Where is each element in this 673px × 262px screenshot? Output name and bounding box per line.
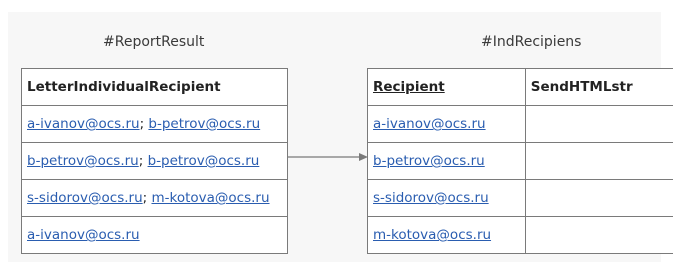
- email-link[interactable]: b-petrov@ocs.ru: [373, 153, 485, 169]
- recipient-cell: s-sidorov@ocs.ru: [367, 179, 526, 217]
- report-result-caption: #ReportResult: [103, 34, 205, 50]
- recipient-cell: a-ivanov@ocs.ru: [367, 105, 526, 143]
- table-row: m-kotova@ocs.ru: [367, 216, 673, 254]
- table-row: a-ivanov@ocs.ru: [21, 216, 288, 254]
- send-html-cell: [524, 105, 673, 143]
- table-row: a-ivanov@ocs.ru: [367, 105, 673, 143]
- email-link[interactable]: b-petrov@ocs.ru: [27, 153, 139, 169]
- email-link[interactable]: b-petrov@ocs.ru: [148, 153, 260, 169]
- ind-recipiens-table: Recipient SendHTMLstr a-ivanov@ocs.ru b-…: [367, 68, 673, 254]
- column-header-recipient: Recipient: [367, 68, 526, 106]
- recipient-cell: m-kotova@ocs.ru: [367, 216, 526, 254]
- email-link[interactable]: a-ivanov@ocs.ru: [27, 116, 140, 132]
- table-cell: a-ivanov@ocs.ru: [21, 216, 288, 254]
- table-header-row: LetterIndividualRecipient: [21, 68, 288, 106]
- recipient-cell: b-petrov@ocs.ru: [367, 142, 526, 180]
- table-row: s-sidorov@ocs.ru; m-kotova@ocs.ru: [21, 179, 288, 217]
- ind-recipiens-caption: #IndRecipiens: [481, 34, 582, 50]
- column-header-send-html-str: SendHTMLstr: [524, 68, 673, 106]
- report-result-table: LetterIndividualRecipient a-ivanov@ocs.r…: [21, 68, 288, 254]
- table-row: b-petrov@ocs.ru: [367, 142, 673, 180]
- email-link[interactable]: s-sidorov@ocs.ru: [27, 190, 143, 206]
- email-link[interactable]: m-kotova@ocs.ru: [373, 227, 491, 243]
- table-cell: s-sidorov@ocs.ru; m-kotova@ocs.ru: [21, 179, 288, 217]
- diagram-canvas: #ReportResult #IndRecipiens LetterIndivi…: [0, 0, 673, 262]
- email-link[interactable]: s-sidorov@ocs.ru: [373, 190, 489, 206]
- table-row: b-petrov@ocs.ru; b-petrov@ocs.ru: [21, 142, 288, 180]
- table-header-row: Recipient SendHTMLstr: [367, 68, 673, 106]
- email-link[interactable]: a-ivanov@ocs.ru: [373, 116, 486, 132]
- table-cell: a-ivanov@ocs.ru; b-petrov@ocs.ru: [21, 105, 288, 143]
- send-html-cell: [524, 142, 673, 180]
- send-html-cell: [524, 179, 673, 217]
- email-link[interactable]: m-kotova@ocs.ru: [151, 190, 269, 206]
- send-html-cell: [524, 216, 673, 254]
- separator: ;: [138, 153, 148, 169]
- column-header-letter-individual-recipient: LetterIndividualRecipient: [21, 68, 288, 106]
- email-link[interactable]: a-ivanov@ocs.ru: [27, 227, 140, 243]
- email-link[interactable]: b-petrov@ocs.ru: [148, 116, 260, 132]
- table-row: s-sidorov@ocs.ru: [367, 179, 673, 217]
- table-cell: b-petrov@ocs.ru; b-petrov@ocs.ru: [21, 142, 288, 180]
- table-row: a-ivanov@ocs.ru; b-petrov@ocs.ru: [21, 105, 288, 143]
